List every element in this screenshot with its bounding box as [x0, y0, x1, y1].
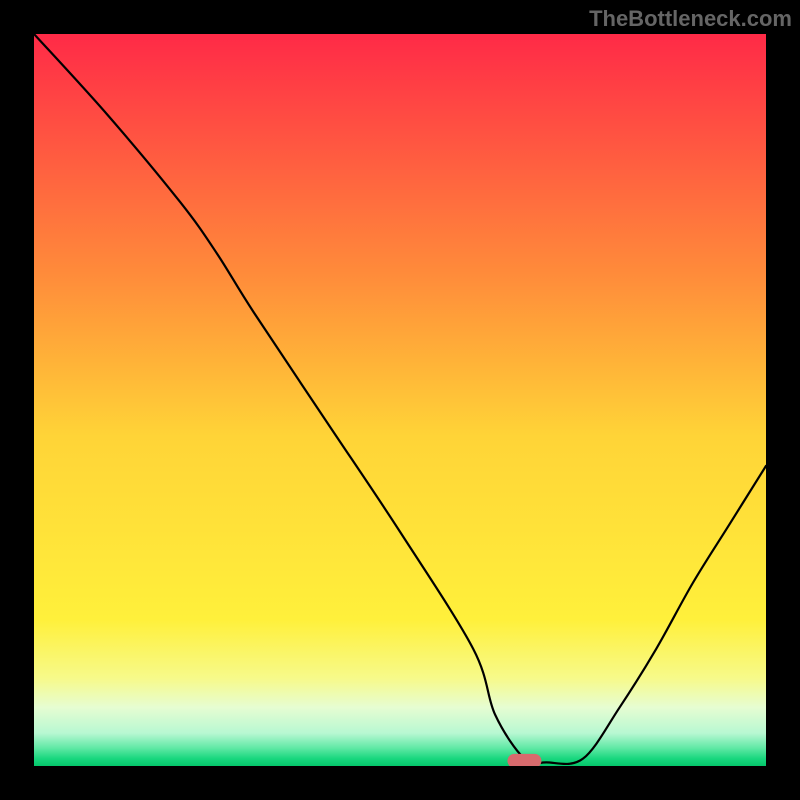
attribution-label: TheBottleneck.com	[589, 6, 792, 32]
marker-pill	[507, 754, 541, 766]
gradient-background	[34, 34, 766, 766]
chart-canvas: TheBottleneck.com	[0, 0, 800, 800]
plot-area	[34, 34, 766, 766]
chart-svg	[34, 34, 766, 766]
